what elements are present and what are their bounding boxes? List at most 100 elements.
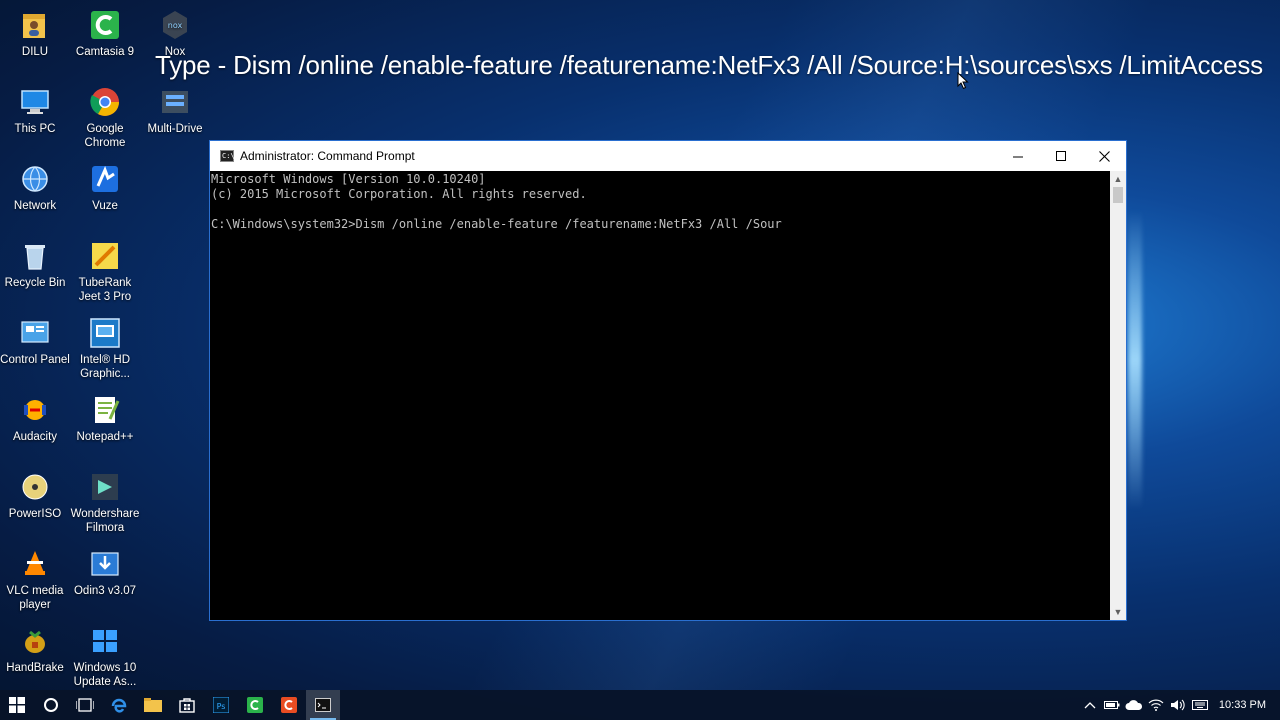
- desktop-icon-camtasia[interactable]: Camtasia 9: [70, 8, 140, 59]
- desktop-icon-label: Google Chrome: [84, 123, 126, 149]
- desktop-icon-vlc[interactable]: VLC media player: [0, 547, 70, 612]
- intel-graphics-icon: [88, 316, 122, 350]
- taskbar-clock[interactable]: 10:33 PM: [1211, 699, 1280, 711]
- handbrake-icon: [18, 624, 52, 658]
- scroll-up-arrow-icon[interactable]: ▲: [1110, 171, 1126, 187]
- recycle-bin-icon: [18, 239, 52, 273]
- desktop-icon-label: Wondershare Filmora: [70, 508, 140, 534]
- desktop-icon-intel-hd-graphics[interactable]: Intel® HD Graphic...: [70, 316, 140, 381]
- windows-logo-icon: [9, 697, 25, 713]
- camtasia-icon: [88, 8, 122, 42]
- audacity-icon: [18, 393, 52, 427]
- desktop-icon-label: Recycle Bin: [4, 277, 66, 289]
- desktop-icon-recycle-bin[interactable]: Recycle Bin: [0, 239, 70, 290]
- desktop-icon-filmora[interactable]: Wondershare Filmora: [70, 470, 140, 535]
- console-output[interactable]: Microsoft Windows [Version 10.0.10240] (c…: [210, 171, 1110, 620]
- desktop-icon-label: Control Panel: [0, 354, 70, 366]
- desktop-icon-tuberank[interactable]: TubeRank Jeet 3 Pro: [70, 239, 140, 304]
- vuze-icon: [88, 162, 122, 196]
- desktop-icon-dilu[interactable]: DILU: [0, 8, 70, 59]
- tuberank-icon: [88, 239, 122, 273]
- console-line: Microsoft Windows [Version 10.0.10240]: [211, 172, 486, 186]
- poweriso-icon: [18, 470, 52, 504]
- desktop-icon-multi-drive[interactable]: Multi-Drive: [140, 85, 210, 136]
- filmora-icon: [88, 470, 122, 504]
- desktop-icon-label: Audacity: [12, 431, 58, 443]
- svg-text:nox: nox: [168, 21, 183, 30]
- taskbar-file-explorer[interactable]: [136, 690, 170, 720]
- camtasia-icon: [247, 697, 263, 713]
- instruction-overlay-text: Type - Dism /online /enable-feature /fea…: [155, 50, 1263, 80]
- this-pc-icon: [18, 85, 52, 119]
- battery-icon[interactable]: [1101, 690, 1123, 720]
- folder-user-icon: [18, 8, 52, 42]
- scroll-thumb[interactable]: [1113, 187, 1123, 203]
- desktop-icon-control-panel[interactable]: Control Panel: [0, 316, 70, 367]
- desktop-icon-vuze[interactable]: Vuze: [70, 162, 140, 213]
- taskbar-command-prompt[interactable]: [306, 690, 340, 720]
- desktop-icon-audacity[interactable]: Audacity: [0, 393, 70, 444]
- desktop-icon-google-chrome[interactable]: Google Chrome: [70, 85, 140, 150]
- notepadpp-icon: [88, 393, 122, 427]
- desktop-icon-label: DILU: [21, 46, 49, 58]
- desktop-icon-label: Multi-Drive: [147, 123, 203, 135]
- chrome-icon: [88, 85, 122, 119]
- desktop-icon-handbrake[interactable]: HandBrake: [0, 624, 70, 675]
- file-explorer-icon: [144, 698, 162, 712]
- store-bag-icon: [179, 698, 195, 713]
- task-view-button[interactable]: [68, 690, 102, 720]
- taskbar-store[interactable]: [170, 690, 204, 720]
- window-title: Administrator: Command Prompt: [240, 149, 415, 163]
- svg-text:Ps: Ps: [217, 702, 226, 711]
- volume-icon[interactable]: [1167, 690, 1189, 720]
- desktop-icon-network[interactable]: Network: [0, 162, 70, 213]
- nox-icon: nox: [158, 8, 192, 42]
- multi-drive-icon: [158, 85, 192, 119]
- minimize-icon: [1013, 156, 1023, 157]
- console-line: (c) 2015 Microsoft Corporation. All righ…: [211, 187, 587, 201]
- desktop-icon-label: Camtasia 9: [75, 46, 135, 58]
- desktop-icon-windows-10-update[interactable]: Windows 10 Update As...: [70, 624, 140, 689]
- onedrive-cloud-icon[interactable]: [1123, 690, 1145, 720]
- desktop-icon-label: Windows 10 Update As...: [73, 662, 137, 688]
- minimize-button[interactable]: [997, 141, 1040, 171]
- desktop-icon-this-pc[interactable]: This PC: [0, 85, 70, 136]
- desktop-icon-label: Vuze: [92, 200, 118, 212]
- cmd-icon: C:\: [220, 150, 235, 162]
- desktop-icon-label: Notepad++: [76, 431, 134, 443]
- maximize-button[interactable]: [1040, 141, 1083, 171]
- desktop-icon-poweriso[interactable]: PowerISO: [0, 470, 70, 521]
- vlc-icon: [18, 547, 52, 581]
- vertical-scrollbar[interactable]: ▲ ▼: [1110, 171, 1126, 620]
- window-titlebar[interactable]: C:\ Administrator: Command Prompt: [210, 141, 1126, 171]
- cmd-icon: [315, 698, 331, 712]
- scroll-down-arrow-icon[interactable]: ▼: [1110, 604, 1126, 620]
- close-button[interactable]: [1083, 141, 1126, 171]
- show-hidden-icons-chevron-icon[interactable]: [1079, 690, 1101, 720]
- desktop-icon-label: VLC media player: [6, 585, 64, 611]
- taskbar: Ps 10:33 PM: [0, 690, 1280, 720]
- keyboard-language-icon[interactable]: [1189, 690, 1211, 720]
- task-view-icon: [76, 698, 94, 712]
- wallpaper-light-streak: [1128, 210, 1142, 510]
- close-icon: [1099, 150, 1110, 162]
- taskbar-camtasia[interactable]: [238, 690, 272, 720]
- cortana-circle-icon: [44, 698, 58, 712]
- cortana-search-button[interactable]: [34, 690, 68, 720]
- desktop-icon-label: TubeRank Jeet 3 Pro: [78, 277, 132, 303]
- desktop-icon-odin[interactable]: Odin3 v3.07: [70, 547, 140, 598]
- desktop-icon-label: Odin3 v3.07: [73, 585, 136, 597]
- desktop-icon-label: This PC: [14, 123, 56, 135]
- wifi-icon[interactable]: [1145, 690, 1167, 720]
- command-prompt-window[interactable]: C:\ Administrator: Command Prompt Micros…: [209, 140, 1127, 621]
- taskbar-camtasia-recorder[interactable]: [272, 690, 306, 720]
- desktop-icon-label: Network: [13, 200, 57, 212]
- desktop-icon-notepadpp[interactable]: Notepad++: [70, 393, 140, 444]
- odin-icon: [88, 547, 122, 581]
- taskbar-edge[interactable]: [102, 690, 136, 720]
- console-command-line: C:\Windows\system32>Dism /online /enable…: [211, 217, 782, 231]
- start-button[interactable]: [0, 690, 34, 720]
- control-panel-icon: [18, 316, 52, 350]
- taskbar-photoshop[interactable]: Ps: [204, 690, 238, 720]
